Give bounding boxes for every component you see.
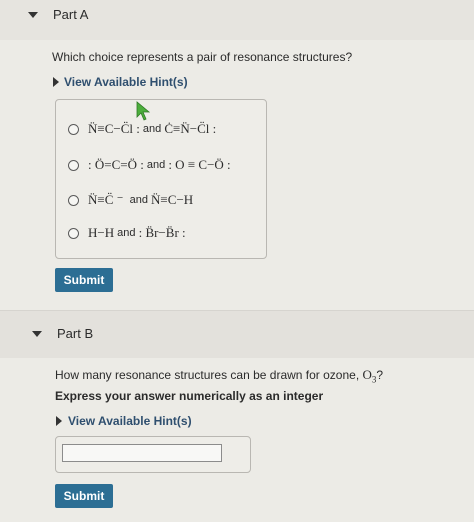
part-b-question: How many resonance structures can be dra…	[55, 367, 383, 384]
part-b-title: Part B	[57, 326, 94, 341]
ozone-formula: O	[362, 367, 372, 382]
part-a-title: Part A	[53, 7, 89, 22]
choice-4[interactable]: H−H and : B̈r−B̈r :	[68, 223, 186, 243]
choice-2-right: : O ≡ C−Ö :	[168, 157, 231, 172]
choice-3-sep: and	[123, 194, 152, 206]
choice-3-right: N̈≡C−H	[151, 192, 194, 207]
choice-1-sep: and	[139, 123, 165, 135]
answer-choices: N̈≡C−C̈l : and Ċ≡N̈−C̈l : : Ö=C=Ö : and …	[55, 99, 267, 259]
choice-3[interactable]: N̈≡C̈ ⁻ and N̈≡C−H	[68, 190, 193, 210]
answer-input[interactable]	[62, 444, 222, 462]
part-b-submit-button[interactable]: Submit	[55, 484, 113, 508]
hint-expand-icon[interactable]	[53, 77, 59, 87]
choice-1-left: N̈≡C−C̈l :	[88, 121, 140, 136]
part-b-header[interactable]: Part B	[0, 310, 474, 359]
radio-button[interactable]	[68, 159, 79, 171]
part-b-instruction: Express your answer numerically as an in…	[55, 389, 324, 403]
choice-2[interactable]: : Ö=C=Ö : and : O ≡ C−Ö :	[68, 155, 231, 175]
part-a-hint-link[interactable]: View Available Hint(s)	[64, 75, 188, 89]
choice-4-sep: and	[114, 227, 139, 239]
choice-2-left: : Ö=C=Ö :	[88, 157, 144, 172]
part-a-question: Which choice represents a pair of resona…	[52, 50, 353, 64]
part-a-header[interactable]: Part A	[0, 0, 474, 40]
collapse-caret-icon[interactable]	[32, 331, 42, 337]
choice-4-right: : B̈r−B̈r :	[138, 225, 186, 240]
choice-4-left: H−H	[88, 225, 115, 240]
radio-button[interactable]	[68, 227, 79, 239]
hint-expand-icon[interactable]	[56, 416, 62, 426]
collapse-caret-icon[interactable]	[28, 12, 38, 18]
choice-1-right: Ċ≡N̈−C̈l :	[164, 121, 217, 136]
choice-2-sep: and	[143, 159, 169, 171]
part-b-hint-link[interactable]: View Available Hint(s)	[68, 414, 192, 428]
choice-1[interactable]: N̈≡C−C̈l : and Ċ≡N̈−C̈l :	[68, 119, 216, 139]
choice-3-left: N̈≡C̈ ⁻	[88, 192, 124, 207]
part-b-question-end: ?	[376, 368, 384, 382]
radio-button[interactable]	[68, 194, 79, 206]
part-a-submit-button[interactable]: Submit	[55, 268, 113, 292]
part-b-question-text: How many resonance structures can be dra…	[55, 368, 363, 382]
mouse-cursor-icon	[136, 101, 151, 121]
radio-button[interactable]	[68, 123, 79, 135]
